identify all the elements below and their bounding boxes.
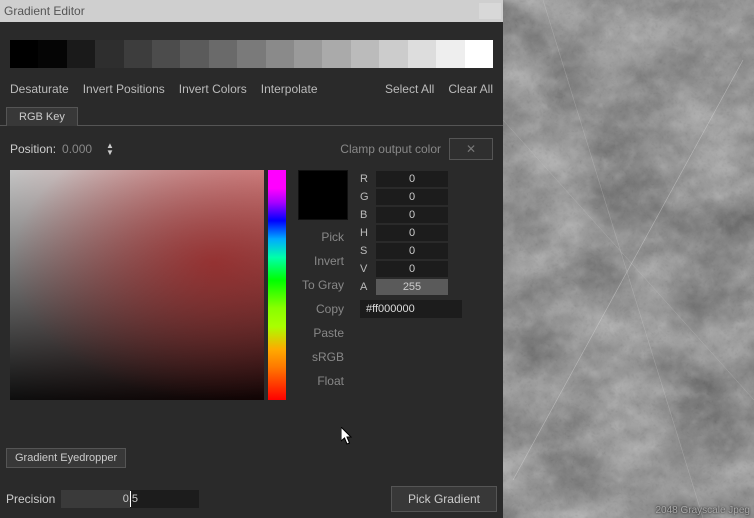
tab-rgb-key[interactable]: RGB Key xyxy=(6,107,78,126)
hex-input[interactable]: #ff000000 xyxy=(360,300,462,318)
invert-button[interactable]: Invert xyxy=(314,254,344,268)
float-button[interactable]: Float xyxy=(317,374,344,388)
precision-label: Precision xyxy=(6,492,55,506)
window-title: Gradient Editor xyxy=(4,4,85,18)
gradient-stop[interactable] xyxy=(436,40,464,68)
clamp-button[interactable]: ✕ xyxy=(449,138,493,160)
channel-g-label: G xyxy=(360,191,374,203)
gradient-stop[interactable] xyxy=(180,40,208,68)
channel-b-label: B xyxy=(360,209,374,221)
gradient-stop[interactable] xyxy=(124,40,152,68)
gradient-preview[interactable] xyxy=(10,40,493,68)
clear-all-button[interactable]: Clear All xyxy=(448,82,493,96)
window-button[interactable] xyxy=(479,3,501,19)
channel-b-input[interactable]: 0 xyxy=(376,207,448,223)
gradient-stop[interactable] xyxy=(266,40,294,68)
paste-button[interactable]: Paste xyxy=(313,326,344,340)
gradient-stop[interactable] xyxy=(408,40,436,68)
channel-g-input[interactable]: 0 xyxy=(376,189,448,205)
precision-slider[interactable]: 0.5 xyxy=(61,490,199,508)
select-all-button[interactable]: Select All xyxy=(385,82,434,96)
invert-colors-button[interactable]: Invert Colors xyxy=(179,82,247,96)
color-swatch xyxy=(298,170,348,220)
color-field[interactable] xyxy=(10,170,264,400)
hue-slider[interactable] xyxy=(268,170,286,400)
channel-s-label: S xyxy=(360,245,374,257)
gradient-stop[interactable] xyxy=(465,40,493,68)
chevron-down-icon[interactable]: ▼ xyxy=(106,149,114,156)
gradient-stop[interactable] xyxy=(38,40,66,68)
pick-button[interactable]: Pick xyxy=(321,230,344,244)
gradient-stop[interactable] xyxy=(209,40,237,68)
invert-positions-button[interactable]: Invert Positions xyxy=(83,82,165,96)
gradient-stop[interactable] xyxy=(237,40,265,68)
texture-footer: 2048 Grayscale Jpeg xyxy=(655,505,750,516)
copy-button[interactable]: Copy xyxy=(316,302,344,316)
gradient-stop[interactable] xyxy=(294,40,322,68)
gradient-stop[interactable] xyxy=(95,40,123,68)
gradient-stop[interactable] xyxy=(379,40,407,68)
channel-a-input[interactable]: 255 xyxy=(376,279,448,295)
position-value[interactable]: 0.000 xyxy=(62,142,102,156)
titlebar: Gradient Editor xyxy=(0,0,503,22)
gradient-stop[interactable] xyxy=(152,40,180,68)
channel-a-label: A xyxy=(360,281,374,293)
channel-h-label: H xyxy=(360,227,374,239)
position-stepper[interactable]: ▲ ▼ xyxy=(106,142,114,156)
channel-r-label: R xyxy=(360,173,374,185)
desaturate-button[interactable]: Desaturate xyxy=(10,82,69,96)
pick-gradient-button[interactable]: Pick Gradient xyxy=(391,486,497,512)
channel-r-input[interactable]: 0 xyxy=(376,171,448,187)
channel-h-input[interactable]: 0 xyxy=(376,225,448,241)
to-gray-button[interactable]: To Gray xyxy=(302,278,344,292)
channel-v-label: V xyxy=(360,263,374,275)
gradient-stop[interactable] xyxy=(322,40,350,68)
gradient-eyedropper-button[interactable]: Gradient Eyedropper xyxy=(6,448,126,468)
position-label: Position: xyxy=(10,142,56,156)
clamp-label: Clamp output color xyxy=(340,142,441,156)
interpolate-button[interactable]: Interpolate xyxy=(261,82,318,96)
gradient-stop[interactable] xyxy=(351,40,379,68)
texture-preview: 2048 Grayscale Jpeg xyxy=(503,0,754,518)
gradient-stop[interactable] xyxy=(10,40,38,68)
channel-s-input[interactable]: 0 xyxy=(376,243,448,259)
gradient-stop[interactable] xyxy=(67,40,95,68)
channel-v-input[interactable]: 0 xyxy=(376,261,448,277)
tab-bar: RGB Key xyxy=(0,104,503,126)
srgb-button[interactable]: sRGB xyxy=(312,350,344,364)
